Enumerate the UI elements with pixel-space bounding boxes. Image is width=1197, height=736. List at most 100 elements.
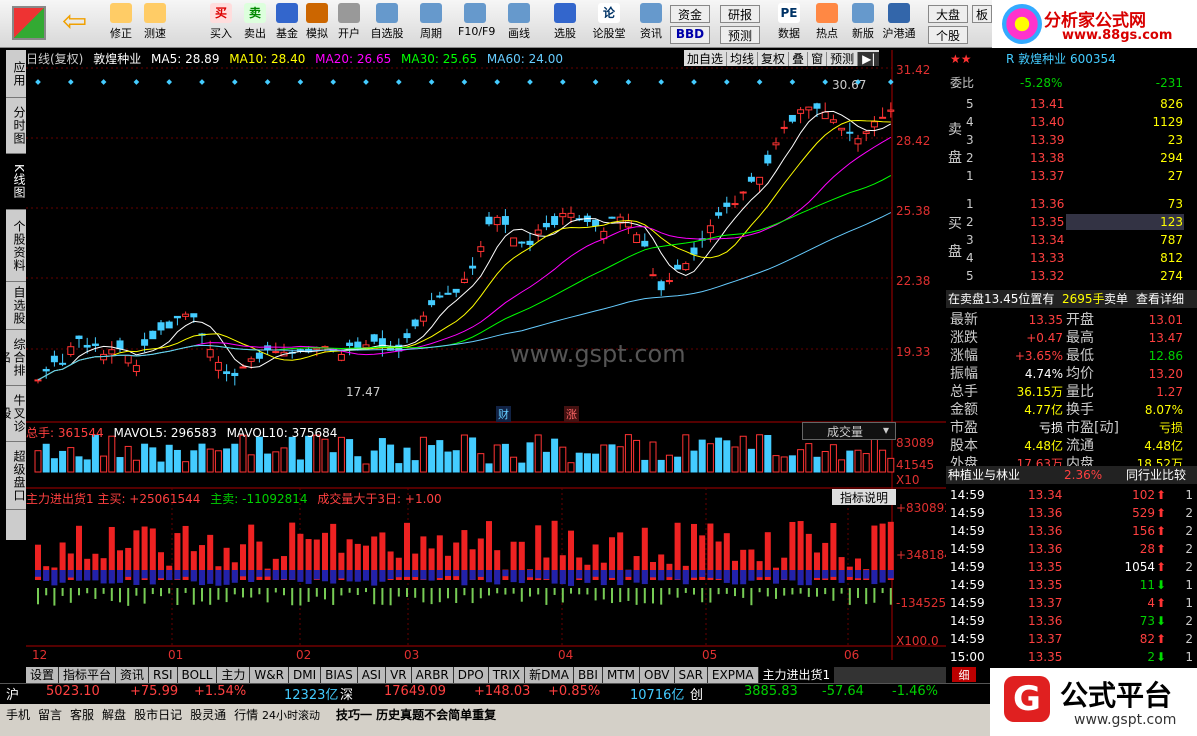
toolbar-fund-button[interactable]: 基金 [270, 2, 304, 46]
side-tab-6[interactable]: 牛叉诊股 [0, 386, 26, 442]
ban-button[interactable]: 板 [972, 5, 992, 23]
indicator-tab-17[interactable]: OBV [640, 667, 674, 683]
indicator-tab-2[interactable]: 资讯 [116, 667, 149, 683]
toolbar-speed-button[interactable]: 测速 [138, 2, 172, 46]
view-detail-link[interactable]: 查看详细 [1136, 290, 1184, 308]
toolbar-sell-button[interactable]: 卖卖出 [238, 2, 272, 46]
volume-bar [485, 463, 493, 473]
bid-row[interactable]: 1 13.36 73 [946, 195, 1197, 213]
volume-bar [42, 443, 50, 473]
indicator-blue-bar [518, 570, 525, 584]
indicator-select[interactable]: 成交量 ▾ [802, 422, 896, 440]
side-tab-1[interactable]: 分时图 [6, 98, 26, 154]
gegu-button[interactable]: 个股 [928, 26, 968, 44]
indicator-tab-19[interactable]: EXPMA [707, 667, 758, 683]
sz-index[interactable]: 17649.09 [384, 684, 446, 699]
bid-row[interactable]: 2 13.35 123 [946, 213, 1197, 231]
candle [805, 106, 813, 111]
ask-row[interactable]: 3 13.39 23 [946, 131, 1197, 149]
notice-sell[interactable]: 卖单 [1104, 290, 1128, 308]
bid-row[interactable]: 5 13.32 274 [946, 267, 1197, 285]
volume-bar [337, 436, 345, 473]
toolbar-pe-button[interactable]: PE 数据 [772, 2, 806, 46]
indicator-tab-9[interactable]: ASI [357, 667, 386, 683]
star-icons[interactable]: ★★ [950, 50, 972, 68]
ask-row[interactable]: 1 13.37 27 [946, 167, 1197, 185]
sh-index[interactable]: 5023.10 [46, 684, 100, 699]
indicator-tab-20[interactable]: 主力进出货1 [758, 667, 835, 683]
toolbar-discuss-button[interactable]: 论论股堂 [592, 2, 626, 46]
indicator-tab-7[interactable]: DMI [288, 667, 321, 683]
footer-item-3[interactable]: 解盘 [102, 708, 126, 722]
side-tab-3[interactable]: 个股资料 [6, 210, 26, 282]
side-tab-0[interactable]: 应用 [6, 50, 26, 98]
indicator-tab-14[interactable]: 新DMA [525, 667, 573, 683]
indicator-green-bar [553, 588, 556, 595]
toolbar-buy-button[interactable]: 买买入 [204, 2, 238, 46]
bbd-button[interactable]: BBD [670, 26, 710, 44]
dapan-button[interactable]: 大盘 [928, 5, 968, 23]
toolbar-new-button[interactable]: 新版 [846, 2, 880, 46]
back-arrow-icon[interactable]: ⇦ [62, 7, 94, 38]
indicator-tab-5[interactable]: 主力 [217, 667, 250, 683]
toolbar-pencil-button[interactable]: 画线 [502, 2, 536, 46]
footer-item-4[interactable]: 股市日记 [134, 708, 182, 722]
indicator-tab-6[interactable]: W&R [250, 667, 288, 683]
toolbar-screen-button[interactable]: 选股 [548, 2, 582, 46]
indicator-tab-10[interactable]: VR [386, 667, 411, 683]
toolbar-star-folder-button[interactable]: 自选股 [370, 2, 404, 46]
cy-index[interactable]: 3885.83 [744, 684, 798, 699]
indicator-help-button[interactable]: 指标说明 [832, 489, 896, 505]
cai-marker[interactable]: 财 [496, 406, 511, 422]
footer-item-6[interactable]: 行情 [234, 708, 258, 722]
indicator-blue-bar [576, 570, 583, 579]
yuce-button[interactable]: 预测 [720, 26, 760, 44]
indicator-tab-0[interactable]: 设置 [26, 667, 59, 683]
toolbar-up-down-arrows-button[interactable]: 修正 [104, 2, 138, 46]
yanbao-button[interactable]: 研报 [720, 5, 760, 23]
zhang-marker[interactable]: 涨 [564, 406, 579, 422]
footer-item-5[interactable]: 股灵通 [190, 708, 226, 722]
indicator-tab-13[interactable]: TRIX [488, 667, 525, 683]
toolbar-news-button[interactable]: 资讯 [634, 2, 668, 46]
news-icon [640, 3, 662, 23]
indicator-tab-1[interactable]: 指标平台 [59, 667, 116, 683]
indicator-tab-3[interactable]: RSI [149, 667, 177, 683]
bid-row[interactable]: 4 13.33 812 [946, 249, 1197, 267]
indicator-tab-4[interactable]: BOLL [177, 667, 217, 683]
side-tab-7[interactable]: 超级盘口 [6, 442, 26, 510]
bid-row[interactable]: 3 13.34 787 [946, 231, 1197, 249]
indicator-tab-18[interactable]: SAR [674, 667, 707, 683]
indicator-tab-15[interactable]: BBI [573, 667, 602, 683]
toolbar-clock-button[interactable]: 周期 [414, 2, 448, 46]
side-tab-2[interactable]: K线图 [6, 154, 26, 210]
indicator-tab-8[interactable]: BIAS [321, 667, 357, 683]
toolbar-label: 论股堂 [592, 27, 626, 40]
app-logo-icon[interactable] [12, 6, 46, 40]
footer-item-0[interactable]: 手机 [6, 708, 30, 722]
detail-tab[interactable]: 细 [952, 667, 976, 682]
zijin-button[interactable]: 资金 [670, 5, 710, 23]
indicator-tab-11[interactable]: ARBR [411, 667, 453, 683]
industry-name[interactable]: 种植业与林业 [948, 466, 1020, 484]
ask-row[interactable]: 4 13.40 1129 [946, 113, 1197, 131]
ask-row[interactable]: 5 13.41 826 [946, 95, 1197, 113]
side-tab-4[interactable]: 自选股 [6, 282, 26, 330]
toolbar-document-button[interactable]: F10/F9 [458, 2, 495, 46]
toolbar-fire-button[interactable]: 热点 [810, 2, 844, 46]
toolbar-sse-hkex-button[interactable]: 沪港通 [882, 2, 916, 46]
indicator-tab-12[interactable]: DPO [453, 667, 488, 683]
tip-text[interactable]: 技巧一 历史真题不会简单重复 [336, 706, 496, 723]
toolbar-lock-button[interactable]: 开户 [332, 2, 366, 46]
industry-compare-button[interactable]: 同行业比较 [1126, 466, 1186, 484]
indicator-blue-bar [732, 570, 738, 585]
kline-chart-area[interactable]: 日线(复权) 敦煌种业 MA5: 28.89 MA10: 28.40 MA20:… [26, 50, 952, 662]
footer-item-2[interactable]: 客服 [70, 708, 94, 722]
ask-row[interactable]: 2 13.38 294 [946, 149, 1197, 167]
bid-level: 4 [966, 251, 974, 265]
volume-bar [444, 451, 452, 473]
indicator-tab-16[interactable]: MTM [602, 667, 639, 683]
toolbar-hammer-button[interactable]: 模拟 [300, 2, 334, 46]
footer-item-1[interactable]: 留言 [38, 708, 62, 722]
side-tab-5[interactable]: 综合排名 [0, 330, 26, 386]
